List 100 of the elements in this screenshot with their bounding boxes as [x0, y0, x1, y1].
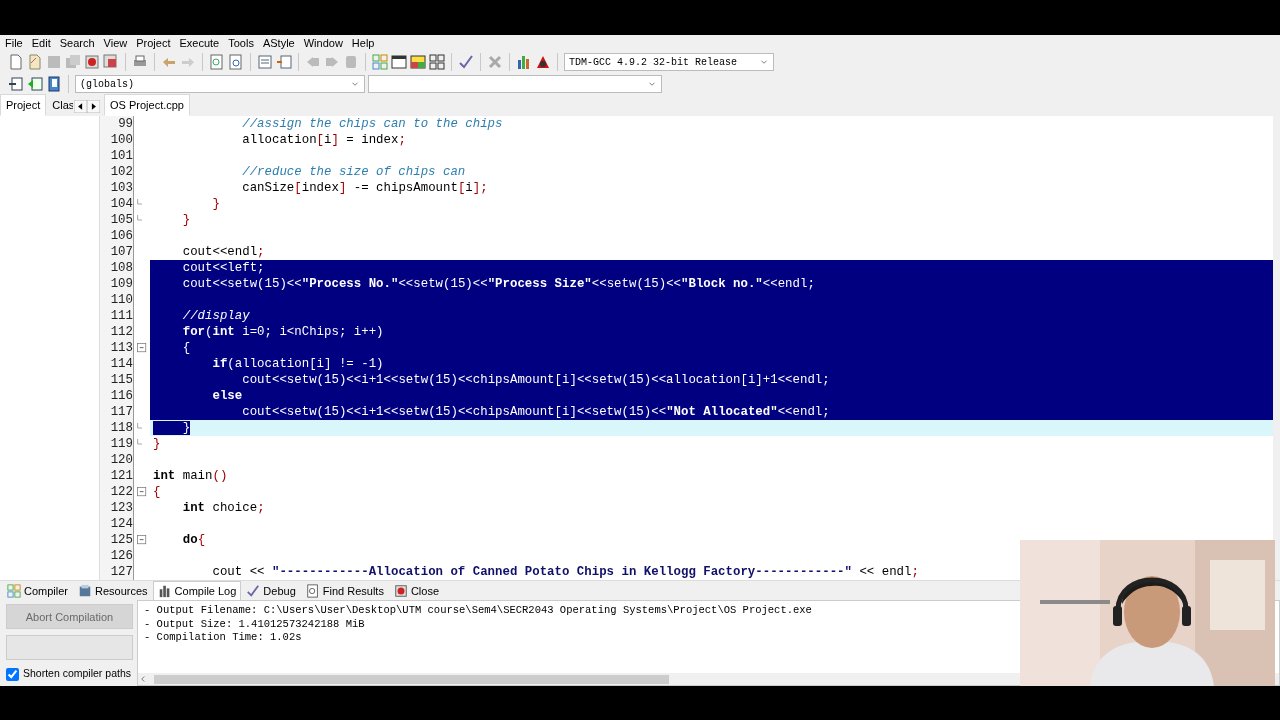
line-number: 108	[100, 260, 133, 277]
bar-chart-icon	[157, 583, 172, 598]
cross-icon[interactable]	[487, 54, 503, 71]
line-number: 122	[100, 484, 133, 501]
line-number: 116	[100, 388, 133, 405]
menu-item[interactable]: Edit	[31, 34, 56, 52]
panel-tab[interactable]: Resources	[73, 580, 153, 601]
collapse-icon[interactable]	[136, 486, 148, 499]
line-number: 123	[100, 500, 133, 517]
colored-window-icon[interactable]	[410, 54, 426, 71]
menu-item[interactable]: Help	[351, 34, 380, 52]
panel-tab[interactable]: Debug	[241, 580, 301, 601]
menu-item[interactable]: View	[103, 34, 133, 52]
tiles-icon[interactable]	[429, 54, 445, 71]
panel-tab[interactable]: Compiler	[2, 580, 73, 601]
scope-dropdown[interactable]: (globals)	[75, 75, 365, 94]
panel-tab[interactable]: Close	[388, 580, 445, 601]
file-tab[interactable]: OS Project.cpp	[104, 93, 190, 117]
code-line: }	[181, 213, 191, 228]
code-line: {	[153, 485, 161, 500]
line-number: 106	[100, 228, 133, 245]
code-line: cout<<setw(15)<<i+1<<setw(15)<<chipsAmount[i]<<setw(15)<<allocation[i]+1<<endl;	[241, 373, 830, 388]
code-line: cout<<setw(15)<<"Process No."<<setw(15)<<"Process Size"<<setw(15)<<"Block no."<<endl;	[181, 277, 815, 292]
collapse-icon[interactable]	[136, 342, 148, 355]
code-line: {	[181, 341, 191, 356]
bar-chart-icon[interactable]	[516, 54, 532, 71]
menu-item[interactable]: Tools	[228, 34, 259, 52]
code-line: if(allocation[i] != -1)	[211, 357, 384, 372]
line-number: 125	[100, 532, 133, 549]
line-number: 111	[100, 308, 133, 325]
bug-icon[interactable]	[535, 54, 551, 71]
line-number: 99	[100, 116, 133, 133]
code-line: else	[211, 389, 243, 404]
line-number: 100	[100, 132, 133, 149]
line-number: 119	[100, 436, 133, 453]
line-number: 112	[100, 324, 133, 341]
menu-item[interactable]: File	[5, 34, 28, 52]
line-number: 110	[100, 292, 133, 309]
menu-item[interactable]: Search	[59, 34, 100, 52]
menu-item[interactable]: Window	[303, 34, 348, 52]
new-file-icon[interactable]	[8, 54, 24, 71]
right-arrow-icon[interactable]	[87, 100, 100, 114]
panel-tab[interactable]: Find Results	[300, 580, 389, 601]
line-number: 113	[100, 340, 133, 357]
panel-tab[interactable]: Compile Log	[152, 580, 242, 601]
scrollbar[interactable]	[1273, 116, 1280, 581]
check-icon[interactable]	[458, 54, 474, 71]
code-line: cout<<setw(15)<<i+1<<setw(15)<<chipsAmount[i]<<setw(15)<<"Not Allocated"<<endl;	[241, 405, 830, 420]
grid-icon	[7, 583, 21, 598]
log-line: - Output Size: 1.41012573242188 MiB	[144, 617, 366, 632]
line-number: 103	[100, 180, 133, 197]
menu-item[interactable]: Project	[136, 34, 176, 52]
open-file-icon[interactable]	[27, 54, 43, 71]
line-number: 104	[100, 196, 133, 213]
close-all-icon[interactable]	[103, 54, 119, 71]
window-icon[interactable]	[391, 54, 407, 71]
code-line: allocation[i] = index;	[241, 133, 406, 148]
unindent-icon[interactable]	[276, 54, 292, 71]
menu-item[interactable]: Execute	[179, 34, 225, 52]
line-number: 115	[100, 372, 133, 389]
code-line: int main()	[153, 469, 228, 484]
check-icon	[246, 583, 261, 598]
close-icon	[393, 583, 408, 598]
menu-item[interactable]: AStyle	[262, 34, 300, 52]
line-number: 101	[100, 148, 133, 165]
code-line: cout<<endl;	[181, 245, 265, 260]
panel-tab[interactable]: Project	[0, 93, 47, 117]
line-number: 120	[100, 452, 133, 469]
notebook-icon[interactable]	[46, 76, 62, 93]
line-number: 126	[100, 548, 133, 565]
line-number: 127	[100, 564, 133, 581]
save-icon[interactable]	[46, 54, 62, 71]
log-line: - Compilation Time: 1.02s	[144, 631, 303, 645]
replace-icon[interactable]	[228, 54, 244, 71]
line-number: 107	[100, 244, 133, 261]
line-number: 105	[100, 212, 133, 229]
collapse-icon[interactable]	[136, 534, 148, 547]
checkbox[interactable]	[6, 667, 19, 681]
code-line: //display	[181, 309, 250, 324]
code-line: cout<<left;	[181, 261, 265, 276]
bookmark-icon[interactable]	[343, 54, 359, 71]
code-line: }	[211, 197, 220, 212]
left-arrow-icon[interactable]	[74, 100, 87, 114]
line-number: 124	[100, 516, 133, 533]
indent-icon[interactable]	[257, 54, 273, 71]
line-number: 121	[100, 468, 133, 485]
close-file-icon[interactable]	[84, 54, 100, 71]
code-line: for(int i=0; i<nChips; i++)	[181, 325, 384, 340]
code-line: cout << "------------Allocation of Canned Potato Chips in Kellogg Factory------------" << endl;	[211, 565, 919, 580]
checkbox-label: Shorten compiler paths	[23, 666, 131, 682]
code-line: }	[153, 437, 161, 452]
find-icon[interactable]	[209, 54, 225, 71]
insert-icon[interactable]	[8, 76, 24, 93]
code-line: //reduce the size of chips can	[241, 165, 466, 180]
find-icon	[305, 583, 320, 598]
panel-tab[interactable]: Clas	[46, 93, 74, 117]
code-line: int choice;	[181, 501, 265, 516]
code-line: do{	[181, 533, 206, 548]
compiler-dropdown[interactable]: TDM-GCC 4.9.2 32-bit Release	[564, 53, 774, 72]
log-line: - Output Filename: C:\Users\User\Desktop\UTM course\Sem4\SECR2043 Operating Systems\Project\OS Project.exe	[144, 604, 813, 618]
